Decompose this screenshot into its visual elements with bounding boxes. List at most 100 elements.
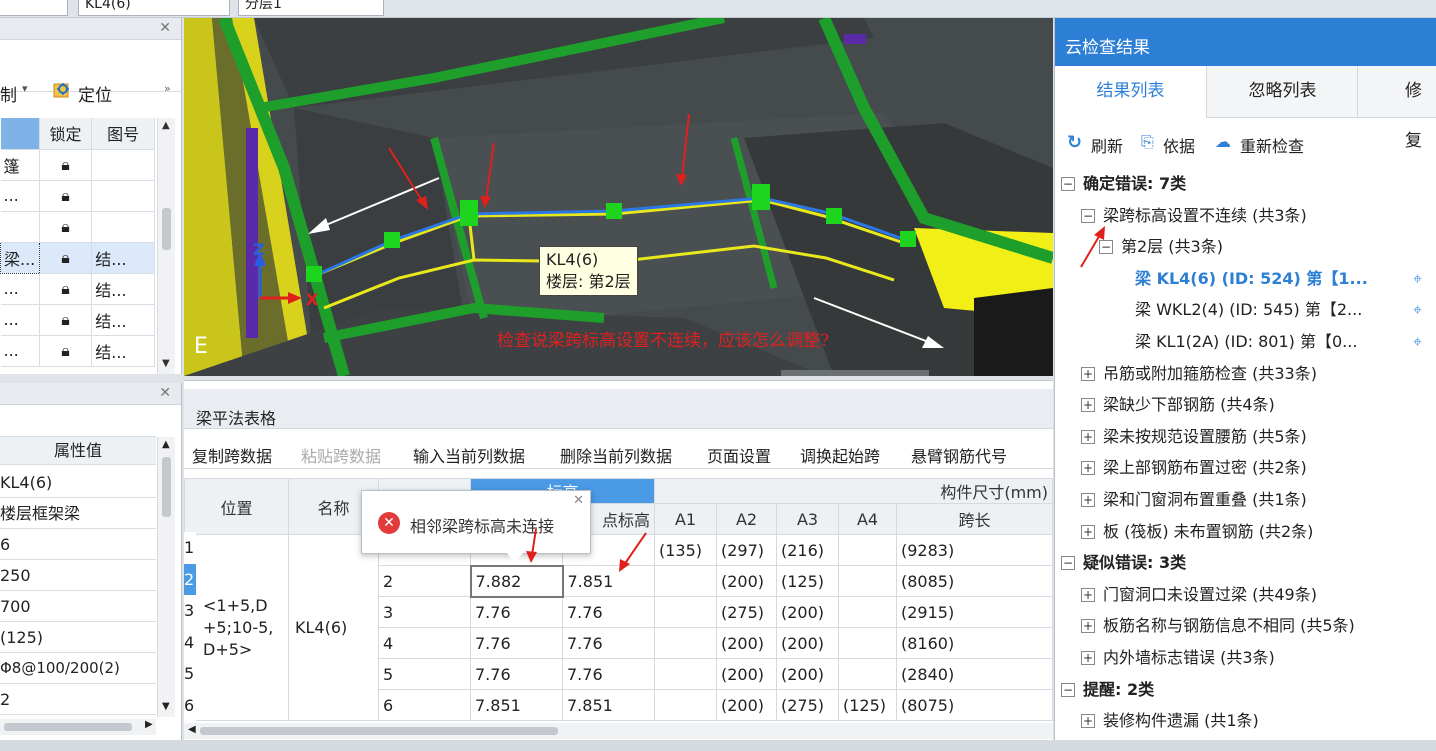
expand-icon[interactable]: + bbox=[1081, 619, 1095, 634]
span-length-cell[interactable]: (2840) bbox=[896, 658, 1053, 690]
combo-left[interactable] bbox=[0, 0, 68, 16]
span-length-cell[interactable]: (8160) bbox=[896, 627, 1053, 659]
a1-cell[interactable] bbox=[654, 627, 717, 659]
tree-node[interactable]: − 梁跨标高设置不连续 (共3条) bbox=[1061, 200, 1436, 232]
position-cell[interactable]: <1+5,D +5;10-5, D+5> bbox=[184, 534, 289, 721]
span-length-cell[interactable]: (8085) bbox=[896, 565, 1053, 597]
lock-icon[interactable]: 🔒︎ bbox=[39, 304, 93, 336]
tree-item[interactable]: 梁 KL1(2A) (ID: 801) 第【0... ⌖ bbox=[1061, 326, 1436, 358]
basis-icon[interactable]: ⎘ bbox=[1141, 132, 1154, 152]
expand-icon[interactable]: + bbox=[1081, 461, 1095, 476]
scroll-down-icon[interactable]: ▼ bbox=[162, 701, 170, 712]
property-value[interactable]: 2 bbox=[0, 684, 156, 715]
tree-node[interactable]: + 装修构件遗漏 (共1条) bbox=[1061, 705, 1436, 737]
span-cell[interactable]: 6 bbox=[378, 689, 471, 721]
span-cell[interactable]: 3 bbox=[378, 596, 471, 628]
name-cell[interactable]: KL4(6) bbox=[288, 534, 379, 721]
table-row[interactable]: ... 🔒︎ 结... bbox=[0, 304, 155, 336]
cloud-icon[interactable]: ☁ bbox=[1215, 132, 1231, 151]
locate-button[interactable]: 定位 bbox=[78, 81, 112, 106]
end-elev-cell[interactable]: 7.76 bbox=[562, 596, 655, 628]
start-elev-cell[interactable]: 7.76 bbox=[470, 627, 563, 659]
a2-cell[interactable]: (200) bbox=[716, 689, 777, 721]
expand-icon[interactable]: » bbox=[164, 82, 171, 95]
refresh-button[interactable]: 刷新 bbox=[1091, 133, 1123, 157]
a4-cell[interactable] bbox=[838, 565, 897, 597]
start-elev-cell[interactable]: 7.851 bbox=[470, 689, 563, 721]
expand-icon[interactable]: + bbox=[1081, 398, 1095, 413]
close-icon[interactable]: ✕ bbox=[159, 20, 171, 36]
end-elev-cell[interactable]: 7.851 bbox=[562, 689, 655, 721]
close-icon[interactable]: ✕ bbox=[159, 385, 171, 401]
lock-icon[interactable]: 🔒︎ bbox=[39, 211, 93, 243]
tree-node[interactable]: + 内外墙标志错误 (共3条) bbox=[1061, 642, 1436, 674]
a4-cell[interactable] bbox=[838, 596, 897, 628]
start-elev-cell[interactable]: 7.76 bbox=[470, 658, 563, 690]
scroll-thumb[interactable] bbox=[162, 457, 171, 517]
a3-cell[interactable]: (275) bbox=[776, 689, 839, 721]
a3-cell[interactable]: (125) bbox=[776, 565, 839, 597]
a3-cell[interactable]: (200) bbox=[776, 658, 839, 690]
refresh-icon[interactable]: ↻ bbox=[1067, 132, 1082, 153]
a4-cell[interactable] bbox=[838, 627, 897, 659]
property-value[interactable]: KL4(6) bbox=[0, 467, 156, 498]
table-row[interactable]: 篷 🔒︎ bbox=[0, 149, 155, 181]
basis-button[interactable]: 依据 bbox=[1163, 133, 1195, 157]
tree-node[interactable]: − 疑似错误: 3类 bbox=[1061, 547, 1436, 579]
horizontal-scrollbar[interactable]: ◀ bbox=[184, 723, 1053, 739]
start-elev-cell[interactable]: 7.76 bbox=[470, 596, 563, 628]
scroll-thumb[interactable] bbox=[4, 723, 132, 731]
expand-icon[interactable]: + bbox=[1081, 524, 1095, 539]
tree-item[interactable]: 梁 WKL2(4) (ID: 545) 第【2... ⌖ bbox=[1061, 294, 1436, 326]
expand-icon[interactable]: + bbox=[1081, 366, 1095, 381]
tab-ignored[interactable]: 忽略列表 bbox=[1208, 66, 1358, 118]
scroll-left-icon[interactable]: ◀ bbox=[188, 724, 196, 735]
tree-item-selected[interactable]: 梁 KL4(6) (ID: 524) 第【1... ⌖ bbox=[1061, 263, 1436, 295]
tab-results[interactable]: 结果列表 bbox=[1055, 66, 1207, 118]
tree-node[interactable]: + 板 (筏板) 未布置钢筋 (共2条) bbox=[1061, 516, 1436, 548]
tree-node[interactable]: + 板筋名称与钢筋信息不相同 (共5条) bbox=[1061, 610, 1436, 642]
scroll-down-icon[interactable]: ▼ bbox=[162, 358, 170, 369]
swap-start-span-button[interactable]: 调换起始跨 bbox=[800, 443, 880, 467]
page-setup-button[interactable]: 页面设置 bbox=[707, 443, 771, 467]
a4-cell[interactable] bbox=[838, 534, 897, 566]
scroll-right-icon[interactable]: ▶ bbox=[145, 719, 153, 730]
tab-fix[interactable]: 修复 bbox=[1405, 66, 1436, 151]
copy-span-button[interactable]: 复制跨数据 bbox=[192, 443, 272, 467]
input-column-button[interactable]: 输入当前列数据 bbox=[413, 443, 525, 467]
a4-cell[interactable] bbox=[838, 658, 897, 690]
collapse-icon[interactable]: − bbox=[1081, 208, 1095, 223]
a2-cell[interactable]: (200) bbox=[716, 565, 777, 597]
lock-icon[interactable]: 🔒︎ bbox=[39, 273, 93, 305]
a1-cell[interactable] bbox=[654, 658, 717, 690]
a2-cell[interactable]: (275) bbox=[716, 596, 777, 628]
lock-icon[interactable]: 🔒︎ bbox=[39, 335, 93, 367]
collapse-icon[interactable]: − bbox=[1061, 556, 1075, 571]
table-row[interactable]: ... 🔒︎ 结... bbox=[0, 335, 155, 367]
a1-cell[interactable] bbox=[654, 596, 717, 628]
a3-cell[interactable]: (200) bbox=[776, 596, 839, 628]
end-elev-cell[interactable]: 7.76 bbox=[562, 658, 655, 690]
collapse-handle[interactable] bbox=[781, 370, 929, 376]
span-cell[interactable]: 4 bbox=[378, 627, 471, 659]
locate-icon[interactable]: ⌖ bbox=[1413, 263, 1422, 295]
table-row[interactable]: ... 🔒︎ bbox=[0, 180, 155, 212]
cantilever-code-button[interactable]: 悬臂钢筋代号 bbox=[911, 443, 1007, 467]
tree-node[interactable]: + 梁未按规范设置腰筋 (共5条) bbox=[1061, 421, 1436, 453]
property-value[interactable]: 6 bbox=[0, 529, 156, 560]
expand-icon[interactable]: + bbox=[1081, 650, 1095, 665]
paste-span-button[interactable]: 粘贴跨数据 bbox=[301, 443, 381, 467]
delete-column-button[interactable]: 删除当前列数据 bbox=[560, 443, 672, 467]
copy-dropdown[interactable]: 制 bbox=[0, 81, 17, 106]
scroll-thumb[interactable] bbox=[200, 727, 558, 735]
property-value[interactable]: 楼层框架梁 bbox=[0, 498, 156, 529]
collapse-icon[interactable]: − bbox=[1061, 682, 1075, 697]
locate-icon[interactable]: ⌖ bbox=[1413, 326, 1422, 358]
property-value[interactable]: 250 bbox=[0, 560, 156, 591]
a2-cell[interactable]: (297) bbox=[716, 534, 777, 566]
property-value[interactable]: 700 bbox=[0, 591, 156, 622]
span-length-cell[interactable]: (8075) bbox=[896, 689, 1053, 721]
a3-cell[interactable]: (200) bbox=[776, 627, 839, 659]
property-value[interactable]: Φ8@100/200(2) bbox=[0, 653, 156, 684]
tree-node[interactable]: + 梁和门窗洞布置重叠 (共1条) bbox=[1061, 484, 1436, 516]
